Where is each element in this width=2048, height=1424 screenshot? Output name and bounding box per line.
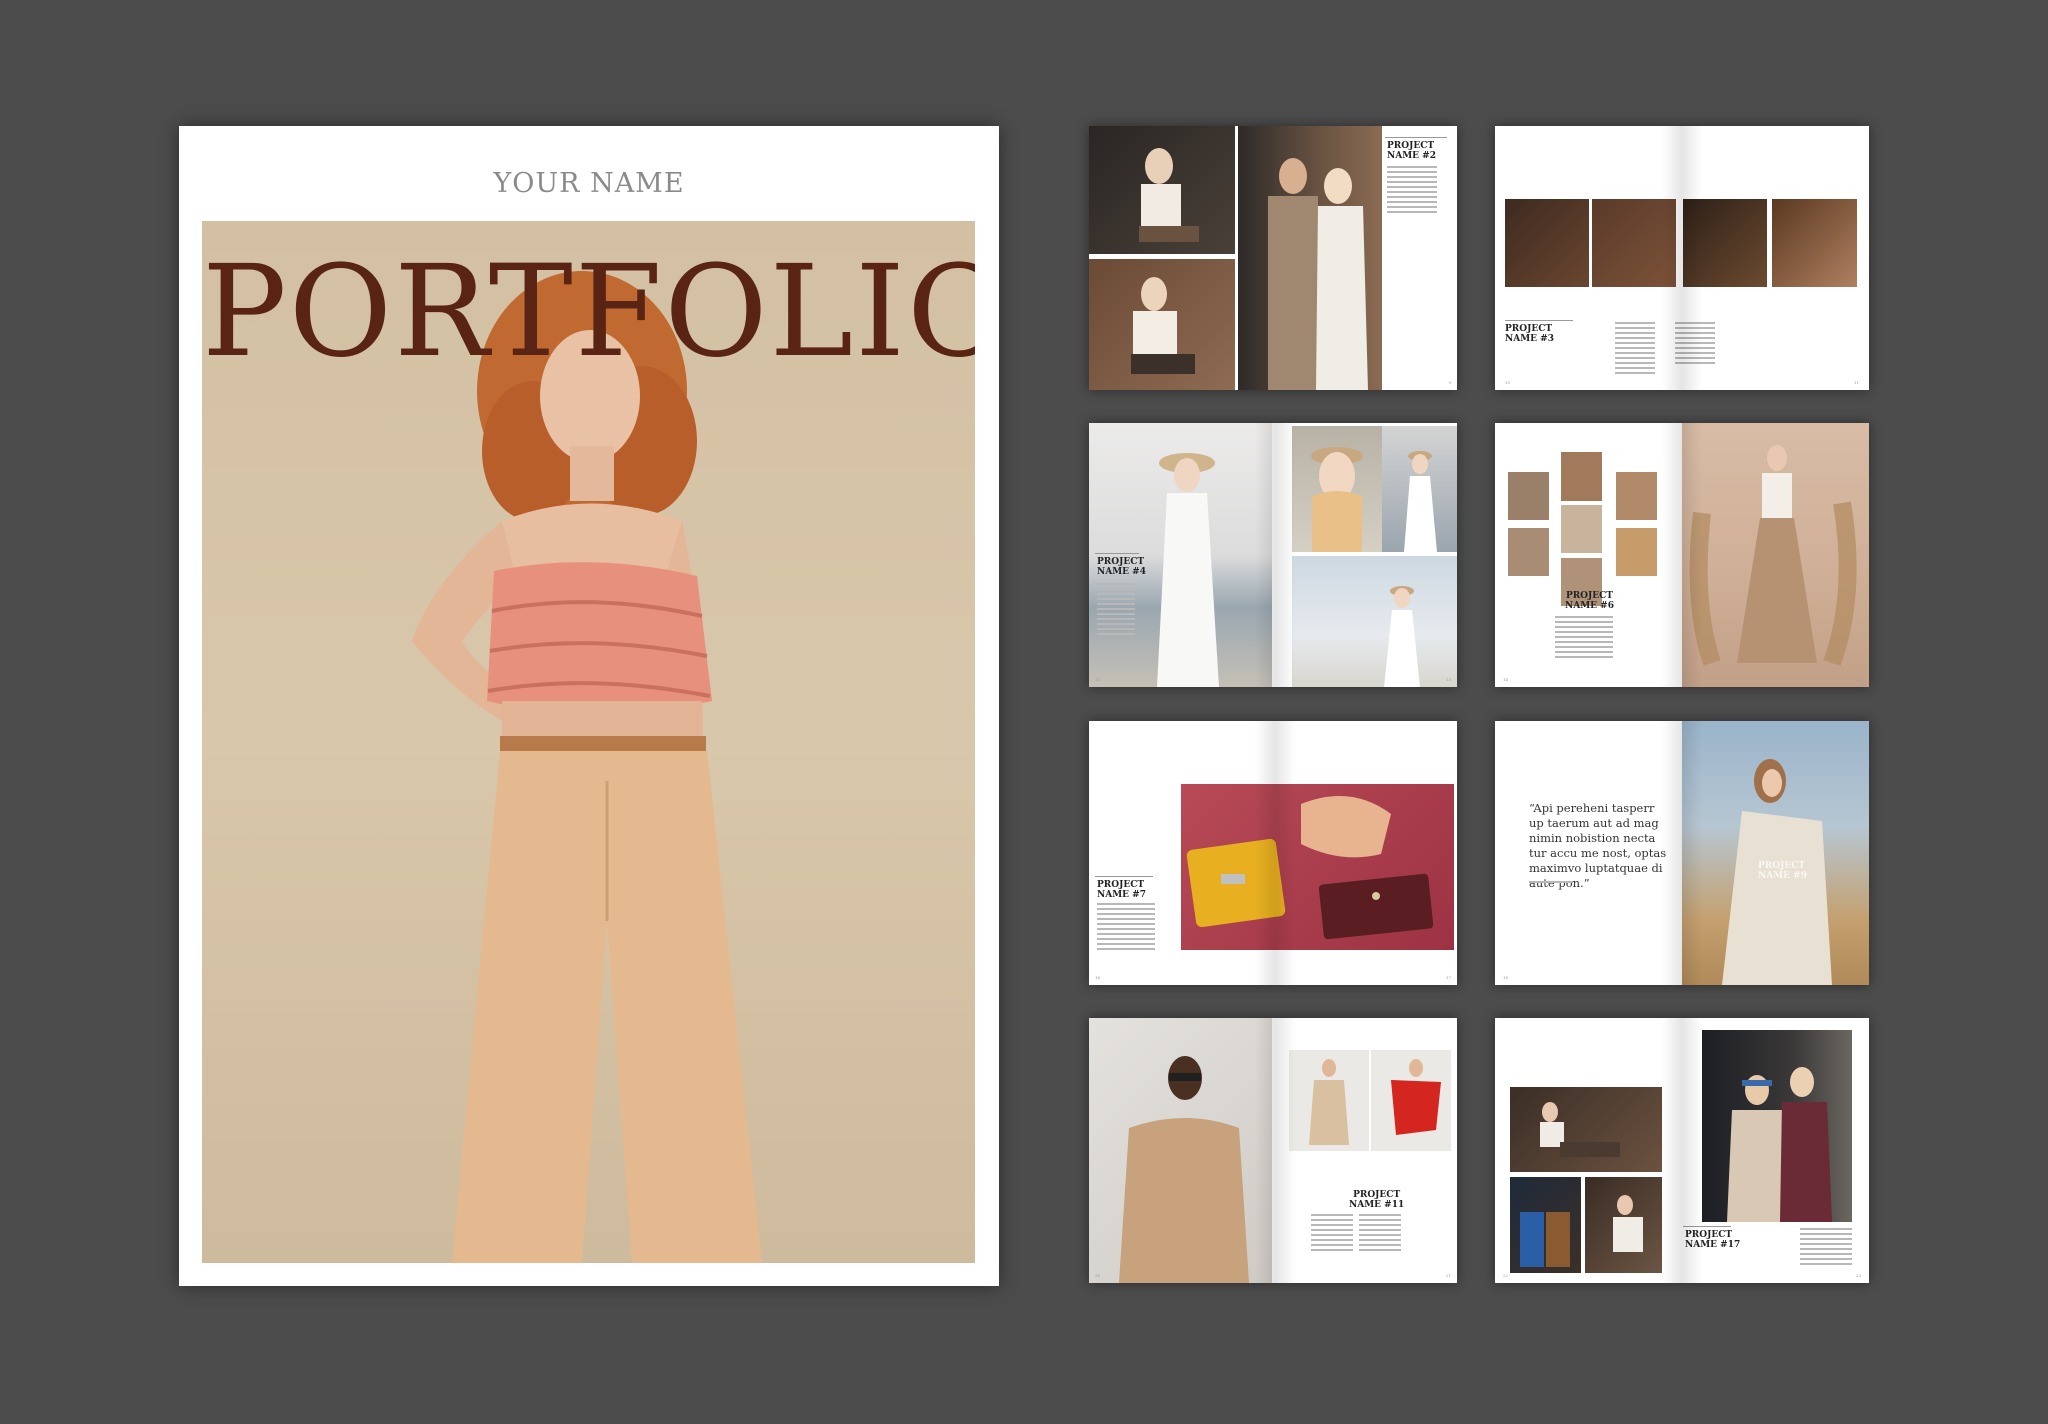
body-text — [1359, 1214, 1401, 1254]
project-title: PROJECT NAME #11 — [1349, 1190, 1405, 1210]
photo — [1238, 126, 1382, 390]
photo — [1089, 423, 1272, 687]
body-text — [1800, 1228, 1852, 1268]
spread-project-6: PROJECT NAME #6 14 15 — [1495, 423, 1869, 687]
page-number: 23 — [1855, 1273, 1861, 1278]
photo — [1089, 126, 1235, 254]
page-number: 15 — [1855, 677, 1861, 682]
page-number: 13 — [1445, 677, 1451, 682]
photo — [1089, 1018, 1272, 1283]
body-text — [1615, 322, 1655, 377]
photo — [1702, 1030, 1852, 1222]
photo — [1585, 1177, 1662, 1273]
spread-project-2: PROJECT NAME #2 9 — [1089, 126, 1457, 390]
page-number: 22 — [1503, 1273, 1509, 1278]
photo — [1181, 784, 1454, 950]
photo — [1505, 199, 1589, 287]
photo — [1561, 505, 1602, 553]
page-number: 21 — [1445, 1273, 1451, 1278]
body-text — [1675, 322, 1715, 367]
page-number: 18 — [1503, 975, 1509, 980]
photo — [1371, 1050, 1451, 1151]
cover-page: YOUR NAME PORTFOLIO — [179, 126, 999, 1286]
photo — [1289, 1050, 1369, 1151]
cover-title: PORTFOLIO — [202, 238, 975, 385]
page-number: 10 — [1505, 380, 1511, 385]
page-number: 20 — [1095, 1273, 1101, 1278]
cover-author-name: YOUR NAME — [493, 168, 685, 199]
pull-quote: “Api pereheni tasperr up taerum aut ad m… — [1529, 801, 1667, 890]
photo — [1682, 423, 1869, 687]
page-number: 12 — [1095, 677, 1101, 682]
photo — [1592, 199, 1676, 287]
photo — [1292, 556, 1457, 687]
spread-project-17: PROJECT NAME #17 22 23 — [1495, 1018, 1869, 1283]
photo: PROJECT NAME #9 — [1682, 721, 1869, 985]
project-title: PROJECT NAME #17 — [1685, 1230, 1741, 1250]
page-number: 9 — [1448, 380, 1451, 385]
spread-project-7: PROJECT NAME #7 16 17 — [1089, 721, 1457, 985]
body-text — [1555, 616, 1613, 661]
body-text — [1311, 1214, 1353, 1254]
body-text — [1097, 903, 1155, 953]
project-title: PROJECT NAME #6 — [1565, 591, 1614, 611]
project-title: PROJECT NAME #9 — [1758, 861, 1807, 881]
cover-photo: PORTFOLIO — [202, 221, 975, 1263]
project-title: PROJECT NAME #4 — [1097, 557, 1146, 577]
page-number: 16 — [1095, 975, 1101, 980]
photo — [1772, 199, 1857, 287]
photo — [1683, 199, 1767, 287]
photo — [1616, 472, 1657, 520]
photo — [1508, 472, 1549, 520]
page-number: 11 — [1853, 380, 1859, 385]
photo — [1561, 452, 1602, 501]
spread-project-3: PROJECT NAME #3 10 11 — [1495, 126, 1869, 390]
project-title: PROJECT NAME #2 — [1387, 141, 1436, 161]
spread-project-11: PROJECT NAME #11 20 21 — [1089, 1018, 1457, 1283]
photo — [1510, 1087, 1662, 1172]
spread-project-9: “Api pereheni tasperr up taerum aut ad m… — [1495, 721, 1869, 985]
photo — [1616, 528, 1657, 576]
photo — [1292, 426, 1382, 552]
photo — [1508, 528, 1549, 576]
body-text — [1387, 166, 1437, 216]
project-title: PROJECT NAME #7 — [1097, 880, 1146, 900]
project-title: PROJECT NAME #3 — [1505, 324, 1554, 344]
photo — [1382, 426, 1457, 552]
spread-project-4: PROJECT NAME #4 12 13 — [1089, 423, 1457, 687]
body-text — [1097, 583, 1135, 638]
photo — [1089, 259, 1235, 390]
page-number: 17 — [1445, 975, 1451, 980]
page-number: 14 — [1503, 677, 1509, 682]
quote-attribution — [1529, 881, 1573, 886]
photo — [1510, 1177, 1581, 1273]
